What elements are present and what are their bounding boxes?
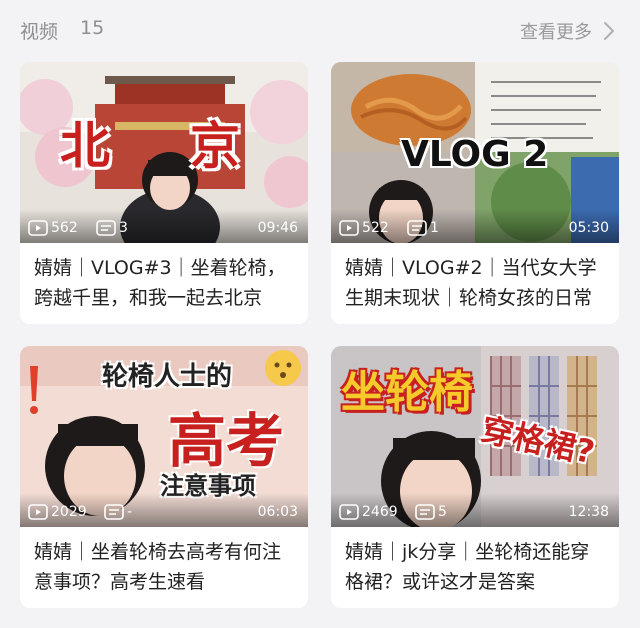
danmaku-icon xyxy=(407,220,427,236)
danmaku-count: 3 xyxy=(96,220,128,236)
view-count: 2469 xyxy=(339,504,398,520)
stats-bar: 2029 - 06:03 xyxy=(20,493,308,527)
video-title: 婧婧｜VLOG#3｜坐着轮椅，跨越千里，和我一起去北京 xyxy=(34,257,286,309)
play-count-icon xyxy=(339,220,359,236)
video-card[interactable]: VLOG 2 522 1 05:30 婧婧｜VLOG#2｜当代女大学生期末现状｜… xyxy=(331,62,619,324)
danmaku-count-value: - xyxy=(127,504,133,520)
play-count-icon xyxy=(28,220,48,236)
stats-bar: 2469 5 12:38 xyxy=(331,493,619,527)
danmaku-icon xyxy=(96,220,116,236)
section-title: 视频 xyxy=(20,21,59,43)
chevron-right-icon xyxy=(604,22,614,40)
danmaku-count: 5 xyxy=(415,504,447,520)
section-header: 视频 15 查看更多 xyxy=(0,0,640,62)
video-duration: 05:30 xyxy=(568,220,609,236)
video-count: 15 xyxy=(80,17,105,39)
video-duration: 09:46 xyxy=(257,220,298,236)
danmaku-count: - xyxy=(104,504,132,520)
view-count-value: 562 xyxy=(51,220,78,236)
play-count-icon xyxy=(339,504,359,520)
video-duration: 06:03 xyxy=(257,504,298,520)
play-count-icon xyxy=(28,504,48,520)
video-title: 婧婧｜VLOG#2｜当代女大学生期末现状｜轮椅女孩的日常 xyxy=(345,257,597,309)
danmaku-count-value: 1 xyxy=(430,220,439,236)
thumbnail-text: 坐轮椅 xyxy=(341,367,473,418)
see-more-label: 查看更多 xyxy=(520,22,592,43)
video-thumbnail: 坐轮椅 穿格裙? 2469 5 12:38 xyxy=(331,346,619,527)
stats-bar: 522 1 05:30 xyxy=(331,209,619,243)
video-card[interactable]: 北 京 562 3 09:46 婧婧｜VLOG#3｜坐着轮椅，跨越千里，和我一起… xyxy=(20,62,308,324)
thumbnail-text: 轮椅人士的 xyxy=(102,362,233,392)
video-thumbnail: 轮椅人士的 高考 注意事项 2029 - 06:03 xyxy=(20,346,308,527)
danmaku-count-value: 5 xyxy=(438,504,447,520)
see-more-link[interactable]: 查看更多 xyxy=(520,17,618,45)
thumbnail-text: 京 xyxy=(190,116,240,175)
video-title: 婧婧｜坐着轮椅去高考有何注意事项？高考生速看 xyxy=(34,541,282,593)
view-count-value: 2029 xyxy=(51,504,87,520)
danmaku-count: 1 xyxy=(407,220,439,236)
danmaku-icon xyxy=(415,504,435,520)
thumbnail-text: 北 xyxy=(60,116,110,175)
view-count: 2029 xyxy=(28,504,87,520)
video-thumbnail: 北 京 562 3 09:46 xyxy=(20,62,308,243)
danmaku-icon xyxy=(104,504,124,520)
view-count: 522 xyxy=(339,220,389,236)
video-card[interactable]: 坐轮椅 穿格裙? 2469 5 12:38 婧婧｜jk分享｜坐轮椅还能穿格裙？或… xyxy=(331,346,619,608)
video-duration: 12:38 xyxy=(568,504,609,520)
danmaku-count-value: 3 xyxy=(119,220,128,236)
view-count-value: 2469 xyxy=(362,504,398,520)
view-count-value: 522 xyxy=(362,220,389,236)
video-title: 婧婧｜jk分享｜坐轮椅还能穿格裙？或许这才是答案 xyxy=(345,541,590,593)
thumbnail-text: VLOG 2 xyxy=(401,134,549,175)
video-card[interactable]: 轮椅人士的 高考 注意事项 2029 - 06:03 婧婧｜坐着轮椅去高考有何注… xyxy=(20,346,308,608)
view-count: 562 xyxy=(28,220,78,236)
stats-bar: 562 3 09:46 xyxy=(20,209,308,243)
video-thumbnail: VLOG 2 522 1 05:30 xyxy=(331,62,619,243)
